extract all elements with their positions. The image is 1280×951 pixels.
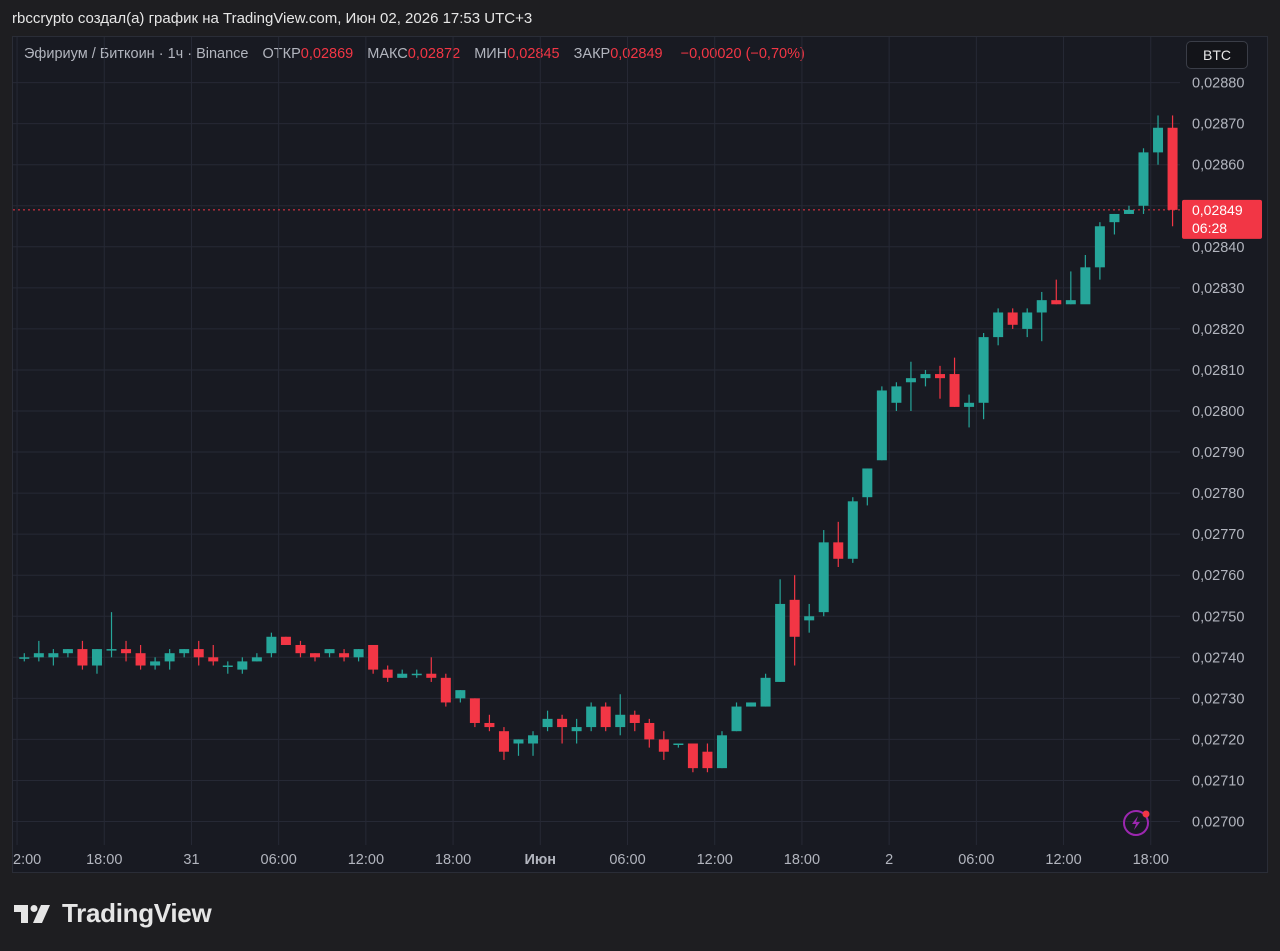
chart-caption: rbccrypto создал(а) график на TradingVie… [12, 10, 533, 27]
tradingview-brand-text: TradingView [62, 898, 212, 928]
tradingview-logo-icon [14, 904, 50, 923]
chart-frame[interactable] [12, 36, 1268, 873]
legend-close-label: ЗАКР [573, 46, 611, 62]
legend-open-label: ОТКР [262, 46, 301, 62]
legend-low-label: МИН [474, 46, 508, 62]
legend-open-value: 0,02869 [300, 46, 354, 62]
legend-low-value: 0,02845 [507, 46, 560, 62]
legend-symbol[interactable]: Эфириум / Биткоин · 1ч · Binance [24, 46, 248, 62]
legend-high-label: МАКС [367, 46, 408, 62]
legend-high-value: 0,02872 [407, 46, 461, 62]
legend-change: −0,00020 (−0,70%) [680, 46, 805, 62]
legend-close-value: 0,02849 [610, 46, 663, 62]
currency-button[interactable]: BTC [1186, 41, 1248, 69]
ohlc-legend: Эфириум / Биткоин · 1ч · Binance ОТКР0,0… [24, 46, 805, 62]
tradingview-brand[interactable]: TradingView [14, 898, 212, 929]
